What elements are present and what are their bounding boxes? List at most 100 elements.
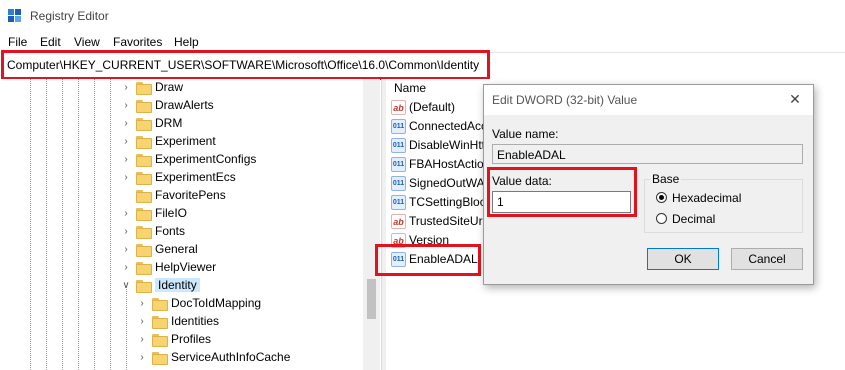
folder-icon — [136, 154, 152, 167]
close-icon[interactable]: ✕ — [787, 91, 803, 107]
tree-item-label: DRM — [155, 116, 183, 130]
folder-icon — [152, 298, 168, 311]
folder-icon — [136, 190, 152, 203]
chevron-right-icon[interactable]: › — [121, 118, 131, 130]
string-value-icon: ab — [391, 233, 406, 248]
title-bar: Registry Editor — [0, 0, 845, 32]
tree-item[interactable]: › Profiles — [0, 331, 360, 349]
ok-button[interactable]: OK — [647, 248, 719, 270]
binary-value-icon: 011 — [391, 138, 406, 153]
folder-icon — [136, 208, 152, 221]
window-title: Registry Editor — [30, 9, 109, 23]
binary-value-icon: 011 — [391, 252, 406, 267]
tree-item[interactable]: › Identities — [0, 313, 360, 331]
tree-item-label: Identities — [171, 314, 220, 328]
folder-icon — [136, 118, 152, 131]
key-tree[interactable]: › Draw › DrawAlerts › DRM › Experiment › Experime… — [0, 79, 380, 370]
string-value-icon: ab — [391, 100, 406, 115]
chevron-right-icon[interactable]: › — [137, 316, 147, 328]
chevron-right-icon[interactable]: › — [121, 262, 131, 274]
tree-item[interactable]: › DocToIdMapping — [0, 295, 360, 313]
tree-item[interactable]: › ServiceAuthInfoCache — [0, 349, 360, 367]
tree-item[interactable]: › General — [0, 241, 360, 259]
menu-edit[interactable]: Edit — [40, 35, 61, 49]
tree-item[interactable]: › Experiment — [0, 133, 360, 151]
menu-bar: File Edit View Favorites Help — [0, 33, 845, 51]
tree-item[interactable]: › ExperimentConfigs — [0, 151, 360, 169]
tree-item[interactable]: › Fonts — [0, 223, 360, 241]
value-name: EnableADAL — [409, 252, 478, 266]
chevron-right-icon[interactable]: › — [121, 172, 131, 184]
folder-icon — [136, 262, 152, 275]
tree-item-label: FavoritePens — [155, 188, 226, 202]
tree-item-label: ExperimentConfigs — [155, 152, 257, 166]
chevron-right-icon[interactable]: › — [121, 154, 131, 166]
chevron-right-icon[interactable]: › — [121, 136, 131, 148]
tree-item[interactable]: › Draw — [0, 79, 360, 97]
address-path[interactable]: Computer\HKEY_CURRENT_USER\SOFTWARE\Micr… — [7, 58, 479, 72]
tree-item[interactable]: › ExperimentEcs — [0, 169, 360, 187]
tree-item[interactable]: ∨ Identity — [0, 277, 360, 295]
menu-view[interactable]: View — [74, 35, 100, 49]
tree-scrollbar[interactable] — [363, 79, 380, 370]
chevron-right-icon[interactable]: › — [121, 244, 131, 256]
edit-dword-dialog: Edit DWORD (32-bit) Value ✕ Value name: … — [483, 84, 814, 285]
radio-decimal-label: Decimal — [672, 212, 716, 226]
radio-decimal[interactable]: Decimal — [656, 212, 776, 226]
chevron-right-icon[interactable]: › — [121, 226, 131, 238]
folder-icon — [136, 82, 152, 95]
folder-icon — [136, 280, 152, 293]
tree-item-label: ExperimentEcs — [155, 170, 236, 184]
binary-value-icon: 011 — [391, 157, 406, 172]
chevron-right-icon[interactable]: › — [137, 298, 147, 310]
tree-item-label: Profiles — [171, 332, 212, 346]
menu-favorites[interactable]: Favorites — [113, 35, 162, 49]
tree-item[interactable]: › FileIO — [0, 205, 360, 223]
dialog-title-bar: Edit DWORD (32-bit) Value ✕ — [484, 85, 813, 115]
tree-item-label: DocToIdMapping — [171, 296, 262, 310]
chevron-right-icon[interactable]: › — [121, 100, 131, 112]
value-name: TrustedSiteUrl — [409, 214, 486, 228]
value-data-label: Value data: — [492, 174, 552, 188]
tree-item-label: Fonts — [155, 224, 186, 238]
value-name: TCSettingBloc — [409, 195, 486, 209]
chevron-right-icon[interactable]: › — [137, 352, 147, 364]
chevron-right-icon[interactable]: › — [121, 82, 131, 94]
dialog-title: Edit DWORD (32-bit) Value — [492, 93, 638, 107]
chevron-right-icon[interactable]: › — [121, 208, 131, 220]
tree-item[interactable]: › DRM — [0, 115, 360, 133]
chevron-right-icon[interactable]: › — [137, 334, 147, 346]
tree-item[interactable]: › DrawAlerts — [0, 97, 360, 115]
value-name: FBAHostActio — [409, 157, 484, 171]
base-label: Base — [650, 172, 682, 186]
cancel-button[interactable]: Cancel — [731, 248, 803, 270]
tree-item-label: Draw — [155, 80, 184, 94]
folder-icon — [136, 100, 152, 113]
registry-editor-icon — [8, 9, 22, 23]
chevron-down-icon[interactable]: ∨ — [121, 280, 131, 292]
folder-icon — [136, 226, 152, 239]
menu-help[interactable]: Help — [174, 35, 199, 49]
value-data-input[interactable]: 1 — [492, 191, 631, 213]
radio-decimal-button[interactable] — [656, 213, 667, 224]
radio-hexadecimal[interactable]: Hexadecimal — [656, 191, 776, 205]
column-header-name[interactable]: Name — [394, 81, 426, 95]
tree-scrollbar-thumb[interactable] — [367, 279, 376, 319]
radio-hexadecimal-button[interactable] — [656, 192, 667, 203]
value-name: DisableWinHtt — [409, 138, 486, 152]
tree-item-label: ServiceAuthInfoCache — [171, 350, 291, 364]
tree-item-label: FileIO — [155, 206, 188, 220]
string-value-icon: ab — [391, 214, 406, 229]
folder-icon — [136, 136, 152, 149]
menu-file[interactable]: File — [8, 35, 27, 49]
tree-item[interactable]: › HelpViewer — [0, 259, 360, 277]
tree-item[interactable]: FavoritePens — [0, 187, 360, 205]
tree-item-label: HelpViewer — [155, 260, 217, 274]
folder-icon — [136, 244, 152, 257]
binary-value-icon: 011 — [391, 176, 406, 191]
value-name: SignedOutWA — [409, 176, 485, 190]
tree-item-label: General — [155, 242, 198, 256]
address-bar[interactable]: Computer\HKEY_CURRENT_USER\SOFTWARE\Micr… — [0, 52, 845, 80]
folder-icon — [136, 172, 152, 185]
tree-item-label: Experiment — [155, 134, 216, 148]
